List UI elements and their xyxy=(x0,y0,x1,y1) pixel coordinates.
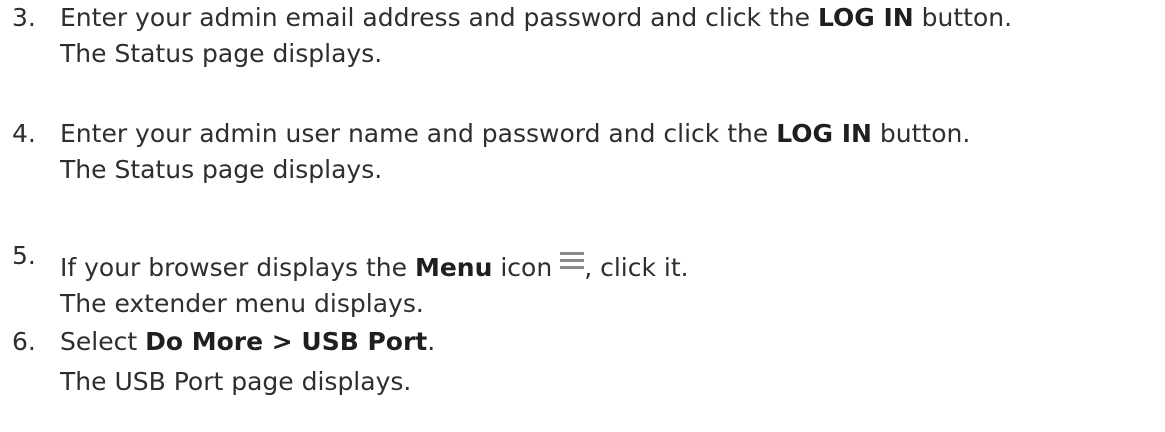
step-body: Select Do More > USB Port. The USB Port … xyxy=(60,324,435,400)
instruction-text: Enter your admin user name and password … xyxy=(60,119,777,148)
step-instruction: Enter your admin email address and passw… xyxy=(60,0,1012,36)
instruction-text: . xyxy=(427,327,436,356)
instruction-text: , click it. xyxy=(584,253,689,282)
step-body: Enter your admin user name and password … xyxy=(60,116,970,188)
step-instruction: Enter your admin user name and password … xyxy=(60,116,970,152)
ui-term: LOG IN xyxy=(817,3,914,32)
step-result: The Status page displays. xyxy=(60,39,383,68)
step-result: The USB Port page displays. xyxy=(60,367,412,396)
step-result: The Status page displays. xyxy=(60,155,383,184)
menu-icon xyxy=(560,252,585,270)
instruction-text: icon xyxy=(492,253,553,282)
step-body: If your browser displays the Menu icon , … xyxy=(60,250,689,322)
step-result: The extender menu displays. xyxy=(60,289,424,318)
step-number: 3. xyxy=(12,3,36,32)
instruction-text: button. xyxy=(913,3,1013,32)
instruction-text: If your browser displays the xyxy=(60,253,415,282)
step-number: 5. xyxy=(12,241,36,270)
step-number: 4. xyxy=(12,119,36,148)
ui-term: Do More > USB Port xyxy=(145,327,428,356)
instruction-text: Enter your admin email address and passw… xyxy=(60,3,818,32)
step-instruction: If your browser displays the Menu icon , … xyxy=(60,250,689,286)
ui-term: LOG IN xyxy=(776,119,872,148)
ui-term: Menu xyxy=(414,253,493,282)
step-instruction: Select Do More > USB Port. xyxy=(60,324,435,360)
instruction-text: Select xyxy=(60,327,146,356)
step-number: 6. xyxy=(12,327,36,356)
instruction-text: button. xyxy=(871,119,971,148)
step-body: Enter your admin email address and passw… xyxy=(60,0,1012,72)
